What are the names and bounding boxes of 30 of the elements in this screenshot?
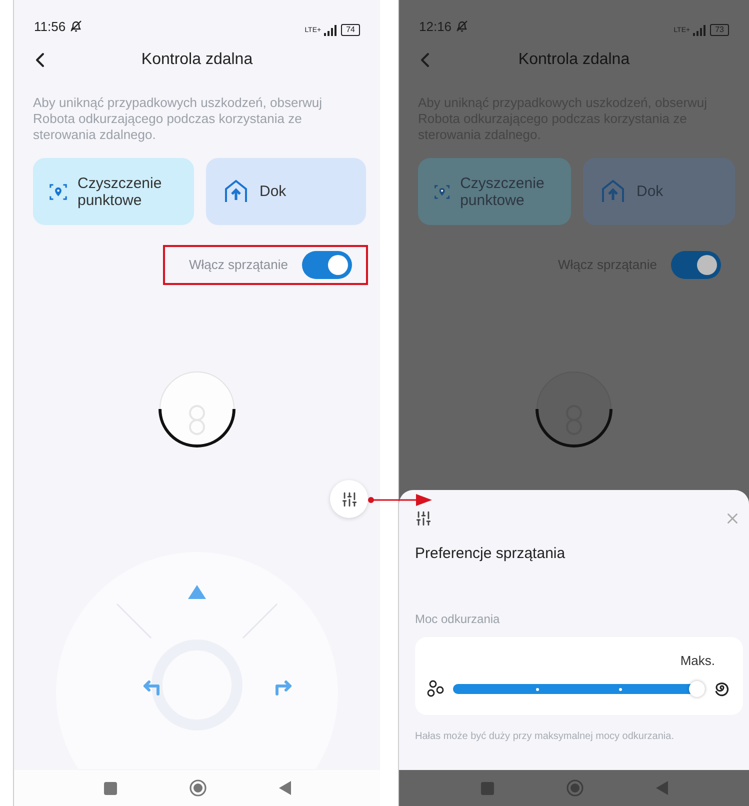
- battery-indicator: 74: [341, 24, 360, 36]
- cleaning-switch[interactable]: [302, 251, 352, 279]
- bell-off-icon: [454, 19, 469, 34]
- power-value: Maks.: [680, 652, 715, 670]
- signal-icon: [324, 24, 338, 36]
- warning-text: Aby uniknąć przypadkowych uszkodzeń, obserwuj Robota odkurzającego podczas korzystania ze sterowania zdalnego.: [32, 95, 324, 143]
- spot-cleaning-button[interactable]: Czyszczenie punktowe: [33, 158, 194, 225]
- annotation-arrow: [368, 494, 432, 506]
- sliders-icon: [415, 510, 432, 527]
- screen-title: Kontrola zdalna: [141, 50, 253, 70]
- noise-note: Hałas może być duży przy maksymalnej mocy odkurzania.: [415, 730, 675, 744]
- screen-title: Kontrola zdalna: [518, 50, 630, 70]
- bell-off-icon: [68, 19, 83, 34]
- cleaning-switch[interactable]: [671, 251, 721, 279]
- recents-button[interactable]: [104, 782, 116, 794]
- back-button[interactable]: [278, 781, 290, 795]
- preferences-button[interactable]: [330, 480, 368, 518]
- swirl-icon: [713, 680, 731, 698]
- sheet-title: Preferencje sprzątania: [415, 544, 566, 564]
- status-time: 11:56: [34, 18, 66, 36]
- toggle-label: Włącz sprzątanie: [189, 256, 288, 274]
- signal-icon: [693, 24, 708, 36]
- battery-indicator: 73: [710, 24, 729, 36]
- home-button[interactable]: [188, 779, 206, 797]
- fan-icon: [427, 680, 445, 698]
- section-label: Moc odkurzania: [415, 610, 501, 628]
- power-slider[interactable]: [453, 681, 705, 697]
- sliders-icon: [340, 490, 358, 508]
- status-time: 12:16: [419, 18, 452, 36]
- dock-button[interactable]: Dok: [206, 158, 366, 225]
